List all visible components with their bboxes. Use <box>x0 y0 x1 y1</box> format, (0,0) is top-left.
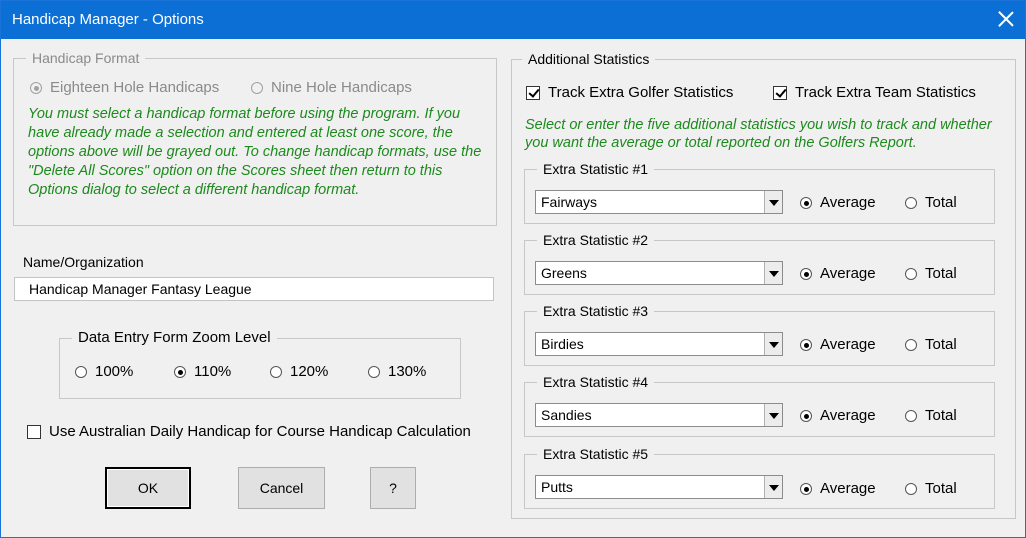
chevron-down-icon[interactable] <box>764 404 782 426</box>
average-label: Average <box>820 194 876 211</box>
average-label: Average <box>820 480 876 497</box>
radio-unselected-icon <box>270 366 282 378</box>
zoom-120-radio[interactable]: 120% <box>270 363 328 381</box>
help-button[interactable]: ? <box>370 467 416 509</box>
radio-selected-icon <box>800 483 812 495</box>
ok-button[interactable]: OK <box>105 467 191 509</box>
radio-selected-icon <box>174 366 186 378</box>
zoom-110-radio[interactable]: 110% <box>174 363 231 381</box>
extra-stat-5-select[interactable]: Putts <box>535 475 783 499</box>
extra-stat-1-total-radio[interactable]: Total <box>905 194 957 212</box>
zoom-level-group: Data Entry Form Zoom Level 100% 110% 120… <box>59 329 461 399</box>
average-label: Average <box>820 265 876 282</box>
nine-hole-label: Nine Hole Handicaps <box>271 79 412 96</box>
total-label: Total <box>925 407 957 424</box>
total-label: Total <box>925 194 957 211</box>
extra-stat-3-value: Birdies <box>541 336 584 352</box>
extra-stat-5-value: Putts <box>541 479 573 495</box>
extra-stat-2-value: Greens <box>541 265 587 281</box>
chevron-down-icon[interactable] <box>764 262 782 284</box>
total-label: Total <box>925 265 957 282</box>
extra-stat-4-average-radio[interactable]: Average <box>800 407 876 425</box>
total-label: Total <box>925 480 957 497</box>
checkbox-checked-icon <box>526 85 540 100</box>
extra-stat-3-group: Extra Statistic #3 Birdies Average Total <box>524 302 995 366</box>
additional-statistics-note: Select or enter the five additional stat… <box>525 117 992 151</box>
extra-stat-3-average-radio[interactable]: Average <box>800 336 876 354</box>
radio-unselected-icon <box>905 197 917 209</box>
extra-stat-2-select[interactable]: Greens <box>535 261 783 285</box>
average-label: Average <box>820 336 876 353</box>
extra-stat-4-value: Sandies <box>541 407 592 423</box>
name-org-input[interactable]: Handicap Manager Fantasy League <box>14 277 494 301</box>
zoom-100-radio[interactable]: 100% <box>75 363 133 381</box>
extra-stat-3-select[interactable]: Birdies <box>535 332 783 356</box>
chevron-down-icon[interactable] <box>764 333 782 355</box>
radio-selected-icon <box>800 410 812 422</box>
australian-handicap-checkbox[interactable]: Use Australian Daily Handicap for Course… <box>27 423 471 440</box>
australian-handicap-label: Use Australian Daily Handicap for Course… <box>49 423 471 440</box>
radio-unselected-icon <box>905 410 917 422</box>
eighteen-hole-label: Eighteen Hole Handicaps <box>50 79 220 96</box>
radio-unselected-icon <box>368 366 380 378</box>
title-bar: Handicap Manager - Options <box>1 1 1025 39</box>
total-label: Total <box>925 336 957 353</box>
track-team-label: Track Extra Team Statistics <box>795 84 976 101</box>
radio-unselected-icon <box>905 268 917 280</box>
extra-stat-2-average-radio[interactable]: Average <box>800 265 876 283</box>
track-golfer-label: Track Extra Golfer Statistics <box>548 84 734 101</box>
checkbox-unchecked-icon <box>27 424 41 439</box>
extra-stat-5-legend: Extra Statistic #5 <box>537 445 655 463</box>
extra-stat-2-total-radio[interactable]: Total <box>905 265 957 283</box>
chevron-down-icon[interactable] <box>764 191 782 213</box>
handicap-format-note: You must select a handicap format before… <box>28 106 482 198</box>
radio-unselected-icon <box>75 366 87 378</box>
extra-stat-2-legend: Extra Statistic #2 <box>537 231 655 249</box>
radio-selected-icon <box>30 82 42 94</box>
extra-stat-1-average-radio[interactable]: Average <box>800 194 876 212</box>
eighteen-hole-radio[interactable]: Eighteen Hole Handicaps <box>30 79 219 97</box>
extra-stat-1-value: Fairways <box>541 194 598 210</box>
chevron-down-icon[interactable] <box>764 476 782 498</box>
average-label: Average <box>820 407 876 424</box>
close-icon[interactable] <box>997 10 1015 28</box>
track-golfer-checkbox[interactable]: Track Extra Golfer Statistics <box>526 84 733 101</box>
extra-stat-1-legend: Extra Statistic #1 <box>537 160 655 178</box>
zoom-110-label: 110% <box>194 363 232 380</box>
radio-selected-icon <box>800 268 812 280</box>
track-team-checkbox[interactable]: Track Extra Team Statistics <box>773 84 976 101</box>
extra-stat-5-group: Extra Statistic #5 Putts Average Total <box>524 445 995 509</box>
options-dialog: Handicap Manager - Options Handicap Form… <box>0 0 1026 538</box>
extra-stat-3-total-radio[interactable]: Total <box>905 336 957 354</box>
zoom-130-label: 130% <box>388 363 427 380</box>
checkbox-checked-icon <box>773 85 787 100</box>
extra-stat-2-group: Extra Statistic #2 Greens Average Total <box>524 231 995 295</box>
extra-stat-4-select[interactable]: Sandies <box>535 403 783 427</box>
cancel-button[interactable]: Cancel <box>238 467 325 509</box>
nine-hole-radio[interactable]: Nine Hole Handicaps <box>251 79 412 97</box>
extra-stat-5-total-radio[interactable]: Total <box>905 480 957 498</box>
zoom-120-label: 120% <box>290 363 329 380</box>
zoom-level-legend: Data Entry Form Zoom Level <box>72 329 277 347</box>
extra-stat-1-group: Extra Statistic #1 Fairways Average Tota… <box>524 160 995 224</box>
name-org-label: Name/Organization <box>23 254 144 270</box>
radio-unselected-icon <box>905 339 917 351</box>
radio-selected-icon <box>800 197 812 209</box>
extra-stat-4-group: Extra Statistic #4 Sandies Average Total <box>524 373 995 437</box>
additional-statistics-group: Additional Statistics Track Extra Golfer… <box>511 50 1016 519</box>
handicap-format-legend: Handicap Format <box>26 49 146 67</box>
window-title: Handicap Manager - Options <box>12 11 204 28</box>
extra-stat-1-select[interactable]: Fairways <box>535 190 783 214</box>
radio-unselected-icon <box>251 82 263 94</box>
handicap-format-group: Handicap Format Eighteen Hole Handicaps … <box>13 49 497 226</box>
radio-unselected-icon <box>905 483 917 495</box>
zoom-130-radio[interactable]: 130% <box>368 363 426 381</box>
zoom-100-label: 100% <box>95 363 134 380</box>
additional-statistics-legend: Additional Statistics <box>522 50 656 68</box>
extra-stat-5-average-radio[interactable]: Average <box>800 480 876 498</box>
extra-stat-3-legend: Extra Statistic #3 <box>537 302 655 320</box>
extra-stat-4-total-radio[interactable]: Total <box>905 407 957 425</box>
radio-selected-icon <box>800 339 812 351</box>
extra-stat-4-legend: Extra Statistic #4 <box>537 373 655 391</box>
